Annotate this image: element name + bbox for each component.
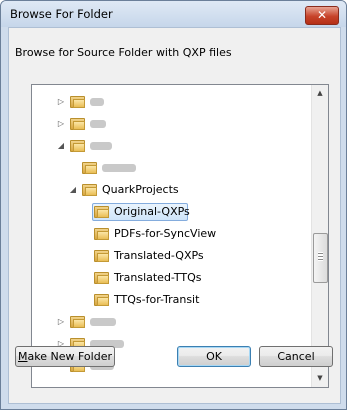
- tree-item-label: TTQs-for-Transit: [114, 293, 200, 306]
- folder-icon: [70, 316, 85, 328]
- tree-item-label: PDFs-for-SyncView: [114, 227, 217, 240]
- make-new-folder-button[interactable]: Make New Folder: [15, 346, 115, 367]
- tree-item-label: Translated-TTQs: [114, 271, 202, 284]
- tree-item-label: Translated-QXPs: [114, 249, 204, 262]
- dialog-body: Browse for Source Folder with QXP files …: [8, 27, 341, 404]
- close-button[interactable]: ✕: [305, 6, 339, 25]
- folder-icon: [82, 162, 97, 174]
- tree-item[interactable]: ▷: [32, 115, 311, 133]
- redacted-label: [90, 120, 106, 128]
- scroll-up-arrow-icon[interactable]: ▲: [312, 85, 328, 102]
- grip-icon: [318, 252, 323, 261]
- tree-item[interactable]: Translated-QXPs: [32, 247, 311, 265]
- make-new-folder-mnemonic: M: [18, 350, 28, 363]
- tree-item[interactable]: Translated-TTQs: [32, 269, 311, 287]
- folder-tree[interactable]: ▲ ▼ ▷ ▷ ◢ ◢ QuarkProjects Original-QXPs PDFs-f…: [31, 84, 329, 388]
- tree-item[interactable]: ◢: [32, 137, 311, 155]
- expand-arrow-icon[interactable]: ▷: [56, 93, 66, 111]
- vertical-scrollbar[interactable]: ▲ ▼: [311, 85, 328, 387]
- cancel-button[interactable]: Cancel: [259, 346, 333, 367]
- expand-arrow-icon[interactable]: ▷: [56, 313, 66, 331]
- expand-arrow-icon[interactable]: ▷: [56, 115, 66, 133]
- title-bar[interactable]: Browse For Folder ✕: [1, 1, 346, 27]
- tree-item[interactable]: [32, 159, 311, 177]
- tree-item[interactable]: ▷: [32, 93, 311, 111]
- tree-item[interactable]: ▷: [32, 313, 311, 331]
- tree-item[interactable]: ◢ QuarkProjects: [32, 181, 311, 199]
- collapse-arrow-icon[interactable]: ◢: [68, 181, 78, 199]
- redacted-label: [90, 142, 112, 150]
- folder-icon: [70, 118, 85, 130]
- make-new-folder-label: ake New Folder: [27, 350, 112, 363]
- tree-item[interactable]: Original-QXPs: [32, 203, 311, 221]
- redacted-label: [90, 98, 104, 106]
- tree-item-label: Original-QXPs: [114, 205, 190, 218]
- redacted-label: [102, 164, 136, 172]
- tree-item-label: QuarkProjects: [102, 183, 179, 196]
- folder-icon: [94, 206, 109, 218]
- folder-icon: [70, 96, 85, 108]
- folder-icon: [70, 140, 85, 152]
- prompt-text: Browse for Source Folder with QXP files: [15, 46, 232, 59]
- scroll-down-arrow-icon[interactable]: ▼: [312, 370, 328, 387]
- folder-icon: [82, 184, 97, 196]
- redacted-label: [90, 318, 116, 326]
- tree-item[interactable]: TTQs-for-Transit: [32, 291, 311, 309]
- folder-icon: [94, 228, 109, 240]
- folder-icon: [94, 294, 109, 306]
- folder-icon: [94, 250, 109, 262]
- ok-button[interactable]: OK: [177, 346, 251, 367]
- browse-for-folder-dialog: Browse For Folder ✕ Browse for Source Fo…: [0, 0, 347, 410]
- collapse-arrow-icon[interactable]: ◢: [56, 137, 66, 155]
- tree-item[interactable]: PDFs-for-SyncView: [32, 225, 311, 243]
- folder-icon: [94, 272, 109, 284]
- scrollbar-thumb[interactable]: [313, 233, 328, 283]
- window-title: Browse For Folder: [10, 7, 113, 21]
